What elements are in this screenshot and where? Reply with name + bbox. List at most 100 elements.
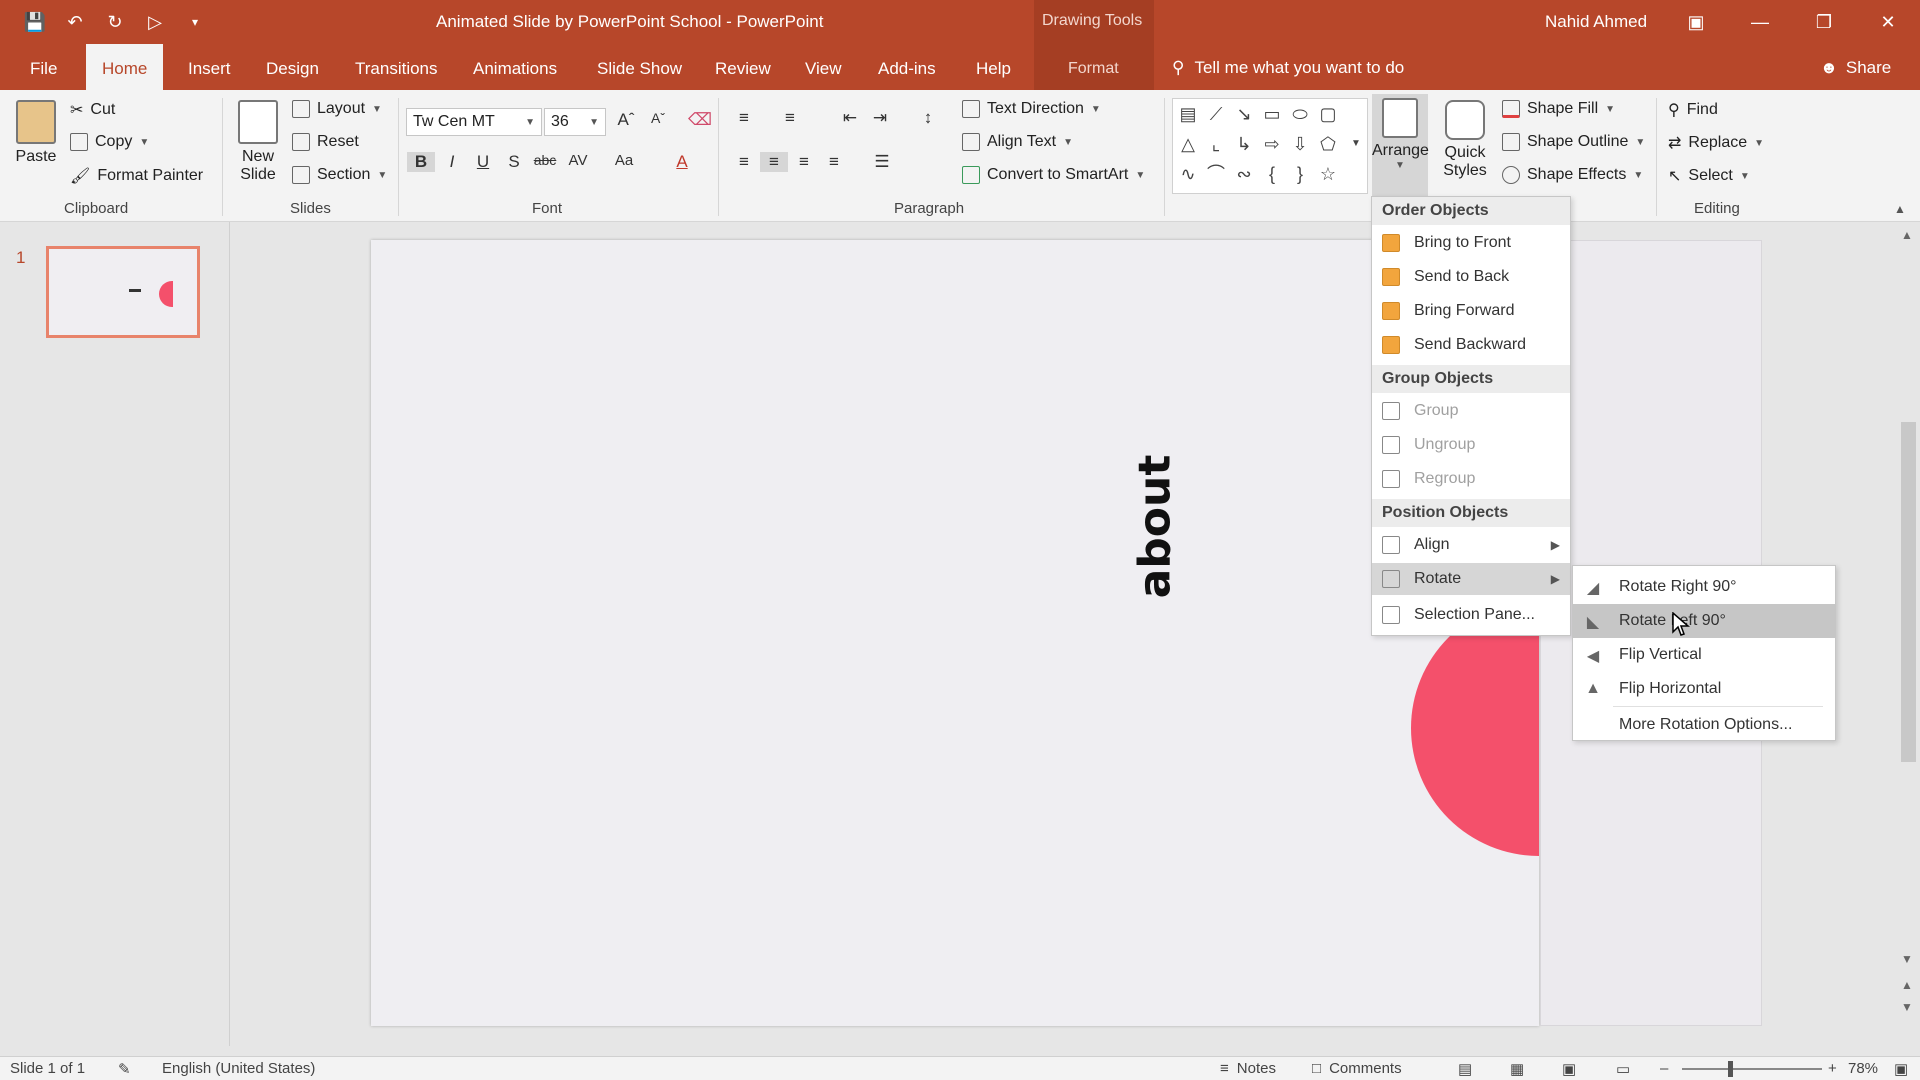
zoom-out-icon[interactable]: – (1660, 1060, 1668, 1077)
send-backward-item[interactable]: Send Backward (1372, 329, 1570, 361)
line-shape-icon[interactable]: ⟋ (1205, 103, 1227, 125)
grow-font-icon[interactable]: Aˆ (612, 110, 640, 130)
scrollbar-thumb[interactable] (1901, 422, 1916, 762)
shape-fill-button[interactable]: Shape Fill ▼ (1502, 100, 1615, 118)
language-status[interactable]: English (United States) (162, 1060, 315, 1077)
selection-pane-item[interactable]: Selection Pane... (1372, 599, 1570, 631)
oval-shape-icon[interactable]: ⬭ (1289, 103, 1311, 125)
more-shapes-icon[interactable]: ▼ (1345, 133, 1367, 155)
freeform-shape-icon[interactable]: ∾ (1233, 163, 1255, 185)
arrange-button[interactable]: Arrange ▼ (1372, 94, 1429, 198)
font-size-dropdown[interactable]: 36 ▼ (544, 108, 606, 136)
strikethrough-icon[interactable]: abc (531, 152, 559, 168)
more-rotation-options-item[interactable]: More Rotation Options... (1573, 708, 1835, 742)
user-name[interactable]: Nahid Ahmed (1545, 12, 1647, 32)
decrease-indent-icon[interactable]: ⇤ (836, 108, 864, 128)
down-arrow-shape-icon[interactable]: ⇩ (1289, 133, 1311, 155)
tab-view[interactable]: View (803, 44, 844, 90)
slide-sorter-icon[interactable]: ▦ (1510, 1060, 1524, 1078)
align-right-icon[interactable]: ≡ (790, 152, 818, 172)
group-item[interactable]: Group (1372, 395, 1570, 427)
share-button[interactable]: ☻ Share (1820, 58, 1891, 78)
elbow-connector-icon[interactable]: ⌞ (1205, 133, 1227, 155)
clear-formatting-icon[interactable]: ⌫ (686, 110, 714, 130)
fit-to-window-icon[interactable]: ▣ (1894, 1060, 1908, 1078)
paste-button[interactable]: Paste (10, 100, 62, 166)
convert-smartart-button[interactable]: Convert to SmartArt ▼ (962, 166, 1145, 184)
bullets-icon[interactable]: ≡ (730, 108, 758, 128)
reading-view-icon[interactable]: ▣ (1562, 1060, 1576, 1078)
tab-home[interactable]: Home (86, 44, 164, 90)
left-brace-icon[interactable]: { (1261, 163, 1283, 185)
ungroup-item[interactable]: Ungroup (1372, 429, 1570, 461)
columns-icon[interactable]: ☰ (868, 152, 896, 172)
redo-icon[interactable]: ↻ (98, 8, 132, 36)
ribbon-display-icon[interactable]: ▣ (1664, 0, 1728, 44)
tab-insert[interactable]: Insert (186, 44, 233, 90)
undo-icon[interactable]: ↶ (58, 8, 92, 36)
save-icon[interactable]: 💾 (18, 8, 52, 36)
zoom-in-icon[interactable]: + (1828, 1060, 1837, 1077)
justify-icon[interactable]: ≡ (820, 152, 848, 172)
align-left-icon[interactable]: ≡ (730, 152, 758, 172)
slide-thumbnail[interactable] (46, 246, 200, 338)
curve-shape-icon[interactable]: ∿ (1177, 163, 1199, 185)
change-case-icon[interactable]: Aa (610, 152, 638, 169)
align-center-icon[interactable]: ≡ (760, 152, 788, 172)
minimize-icon[interactable]: — (1728, 0, 1792, 44)
regroup-item[interactable]: Regroup (1372, 463, 1570, 495)
close-icon[interactable]: ✕ (1856, 0, 1920, 44)
arc-shape-icon[interactable]: ⌒ (1205, 163, 1227, 185)
numbering-icon[interactable]: ≡ (776, 108, 804, 128)
normal-view-icon[interactable]: ▤ (1458, 1060, 1472, 1078)
send-to-back-item[interactable]: Send to Back (1372, 261, 1570, 293)
scroll-down-icon[interactable]: ▼ (1901, 952, 1913, 966)
slide-canvas[interactable]: about (371, 240, 1539, 1026)
tab-animations[interactable]: Animations (471, 44, 559, 90)
start-from-beginning-icon[interactable]: ▷ (138, 8, 172, 36)
scroll-up-icon[interactable]: ▲ (1901, 228, 1913, 242)
tab-review[interactable]: Review (713, 44, 773, 90)
spellcheck-icon[interactable]: ✎ (118, 1060, 131, 1078)
section-button[interactable]: Section ▼ (292, 166, 387, 184)
line-spacing-icon[interactable]: ↕ (914, 108, 942, 128)
rectangle-shape-icon[interactable]: ▭ (1261, 103, 1283, 125)
pink-half-circle-shape[interactable] (1411, 600, 1539, 856)
new-slide-button[interactable]: New Slide (232, 100, 284, 184)
shape-effects-button[interactable]: Shape Effects ▼ (1502, 166, 1643, 184)
tab-add-ins[interactable]: Add-ins (876, 44, 938, 90)
slideshow-view-icon[interactable]: ▭ (1616, 1060, 1630, 1078)
text-direction-button[interactable]: Text Direction ▼ (962, 100, 1101, 118)
tab-transitions[interactable]: Transitions (353, 44, 440, 90)
arrow-line-shape-icon[interactable]: ↘ (1233, 103, 1255, 125)
select-button[interactable]: ↖ Select ▼ (1668, 166, 1750, 186)
rotate-left-item[interactable]: ◣ Rotate Left 90° (1573, 604, 1835, 638)
tab-slide-show[interactable]: Slide Show (595, 44, 684, 90)
align-item[interactable]: Align ▶ (1372, 529, 1570, 561)
textbox-shape-icon[interactable]: ▤ (1177, 103, 1199, 125)
tab-design[interactable]: Design (264, 44, 321, 90)
zoom-slider[interactable] (1682, 1061, 1822, 1077)
flip-vertical-item[interactable]: ◀ Flip Vertical (1573, 638, 1835, 672)
pentagon-shape-icon[interactable]: ⬠ (1317, 133, 1339, 155)
collapse-ribbon-icon[interactable]: ▲ (1894, 202, 1906, 216)
find-button[interactable]: ⚲ Find (1668, 100, 1718, 120)
cut-button[interactable]: ✂ Cut (70, 100, 115, 120)
font-name-dropdown[interactable]: Tw Cen MT ▼ (406, 108, 542, 136)
rotate-item[interactable]: Rotate ▶ (1372, 563, 1570, 595)
star-shape-icon[interactable]: ☆ (1317, 163, 1339, 185)
vertical-scrollbar[interactable]: ▲ ▼ ▲ ▼ (1897, 222, 1920, 1046)
shapes-gallery[interactable]: ▤ ⟋ ↘ ▭ ⬭ ▢ △ ⌞ ↳ ⇨ ⇩ ⬠ ∿ ⌒ ∾ { } ☆ ▼ (1172, 98, 1368, 194)
underline-icon[interactable]: U (469, 152, 497, 172)
previous-slide-icon[interactable]: ▲ (1901, 978, 1913, 992)
shrink-font-icon[interactable]: Aˇ (644, 110, 672, 126)
bring-to-front-item[interactable]: Bring to Front (1372, 227, 1570, 259)
comments-button[interactable]: □ Comments (1312, 1060, 1402, 1077)
flip-horizontal-item[interactable]: ▲ Flip Horizontal (1573, 672, 1835, 706)
copy-button[interactable]: Copy ▼ (70, 133, 149, 151)
shape-outline-button[interactable]: Shape Outline ▼ (1502, 133, 1645, 151)
italic-icon[interactable]: I (438, 152, 466, 172)
replace-button[interactable]: ⇄ Replace ▼ (1668, 133, 1764, 153)
align-text-button[interactable]: Align Text ▼ (962, 133, 1073, 151)
rotate-right-item[interactable]: ◢ Rotate Right 90° (1573, 570, 1835, 604)
